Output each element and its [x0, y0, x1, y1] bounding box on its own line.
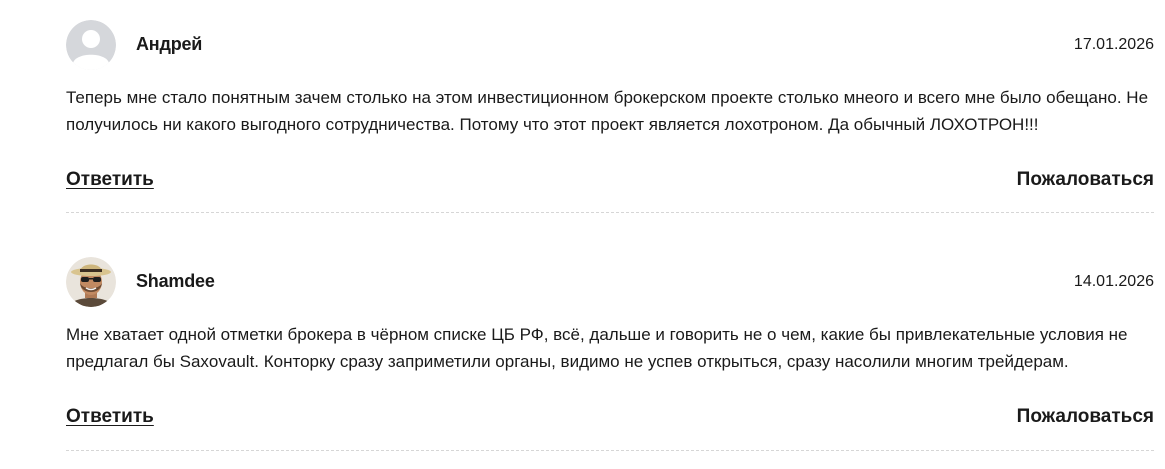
complain-link[interactable]: Пожаловаться [1017, 406, 1154, 428]
comment-separator [66, 450, 1154, 451]
comment-date: 17.01.2026 [1073, 36, 1154, 53]
comment-date: 14.01.2026 [1073, 273, 1154, 290]
comment-actions: Ответить Пожаловаться [66, 406, 1154, 430]
reply-link[interactable]: Ответить [66, 169, 154, 191]
comment-text: Теперь мне стало понятным зачем столько … [66, 88, 1149, 134]
comment-text: Мне хватает одной отметки брокера в чёрн… [66, 325, 1128, 371]
comment-header: Shamdee 14.01.2026 [66, 257, 1154, 307]
comment-author: Shamdee [136, 271, 215, 291]
comment-separator [66, 212, 1154, 213]
comment-author: Андрей [136, 34, 203, 54]
comment-item: Shamdee 14.01.2026 Мне хватает одной отм… [66, 257, 1154, 451]
complain-link[interactable]: Пожаловаться [1017, 169, 1154, 191]
comment-header: Андрей 17.01.2026 [66, 20, 1154, 70]
comment-actions: Ответить Пожаловаться [66, 169, 1154, 193]
user-photo-avatar [66, 257, 116, 307]
reply-link[interactable]: Ответить [66, 406, 154, 428]
comment-item: Андрей 17.01.2026 Теперь мне стало понят… [66, 20, 1154, 213]
default-user-icon [66, 20, 116, 70]
